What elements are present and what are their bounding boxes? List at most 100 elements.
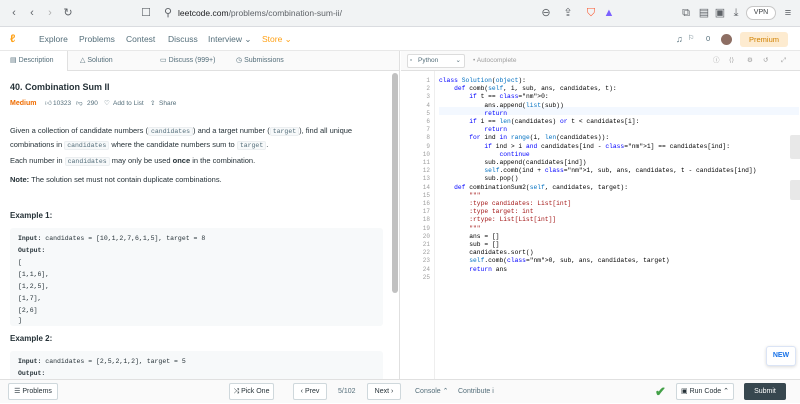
text: combinations in xyxy=(10,140,63,149)
terminal-icon: ▣ xyxy=(681,388,690,395)
autocomplete-toggle[interactable]: • Autocomplete xyxy=(473,51,516,71)
bookmark-icon[interactable]: ☐ xyxy=(140,6,152,20)
extensions-icon[interactable]: ⧉ xyxy=(680,6,692,20)
tab-discuss[interactable]: ▭ Discuss (999+) xyxy=(160,51,215,71)
example-line: Output: xyxy=(18,247,46,254)
example1-box: Input: candidates = [10,1,2,7,6,1,5], ta… xyxy=(10,228,383,326)
tab-submissions[interactable]: ◷ Submissions xyxy=(236,51,284,71)
vpn-label: VPN xyxy=(753,9,769,16)
description-scrollbar[interactable] xyxy=(392,73,398,293)
premium-button[interactable]: Premium xyxy=(740,32,788,47)
line-number: 8 xyxy=(426,134,430,142)
line-number: 1 xyxy=(426,77,430,84)
back-icon[interactable]: ‹ xyxy=(26,6,38,20)
problem-description: Given a collection of candidate numbers … xyxy=(10,124,390,152)
next-button[interactable]: Next › xyxy=(367,383,401,400)
language-select[interactable]: ▫ Python ⌄ xyxy=(407,54,465,68)
chevron-down-icon: ⌄ xyxy=(455,57,461,64)
side-panel-tab[interactable] xyxy=(790,135,800,159)
code-line: if t == class="nm">0: xyxy=(469,93,549,101)
share-icon[interactable]: ⇪ xyxy=(150,98,155,110)
reset-icon[interactable]: ↺ xyxy=(763,51,768,71)
line-number: 25 xyxy=(422,273,430,281)
line-number: 20 xyxy=(422,232,430,240)
line-number: 21 xyxy=(422,241,430,248)
reload-icon[interactable]: ↻ xyxy=(62,6,74,20)
settings-icon[interactable]: ⚙ xyxy=(747,51,753,71)
notification-count: 0 xyxy=(706,34,711,43)
python-icon: ▫ xyxy=(410,57,413,64)
sidebar-icon[interactable]: ▤ xyxy=(698,6,710,20)
code-line: return ans xyxy=(469,265,508,273)
avatar[interactable] xyxy=(721,34,732,45)
pick-one-button[interactable]: ⤨ Pick One xyxy=(229,383,274,400)
wallet-icon[interactable]: ▣ xyxy=(714,6,726,20)
fullscreen-icon[interactable]: ⤢ xyxy=(781,51,786,71)
line-number: 4 xyxy=(426,101,430,109)
line-number: 17 xyxy=(422,208,430,216)
code-line: if ind > i and candidates[ind - class="n… xyxy=(484,142,731,150)
zoom-icon[interactable]: ⊖ xyxy=(540,6,552,20)
code-line: sub = [] xyxy=(439,241,500,248)
heart-icon[interactable]: ♡ xyxy=(104,98,110,110)
nav-contest[interactable]: Contest xyxy=(126,27,155,51)
bell-icon[interactable]: ♫ xyxy=(676,27,683,51)
dislike-icon[interactable]: 👎︎ xyxy=(76,98,83,110)
vpn-button[interactable]: VPN xyxy=(746,6,776,20)
menu-icon[interactable]: ≡ xyxy=(782,6,794,20)
contribute-link[interactable]: Contribute i xyxy=(458,380,494,404)
forward-icon[interactable]: › xyxy=(44,6,56,20)
brave-shield-icon[interactable]: ⛉ xyxy=(584,6,598,20)
nav-store[interactable]: Store ⌄ xyxy=(262,27,292,51)
prev-button[interactable]: ‹ Prev xyxy=(293,383,327,400)
problems-list-button[interactable]: ☰ Problems xyxy=(8,383,58,400)
share-icon[interactable]: ⇪ xyxy=(562,6,574,20)
add-to-list-button[interactable]: Add to List xyxy=(113,98,144,110)
text: Given a collection of candidate numbers … xyxy=(10,126,148,135)
code-icon[interactable]: ⟨⟩ xyxy=(729,51,734,71)
inline-code: candidates xyxy=(64,141,110,150)
code-line: return xyxy=(484,109,508,117)
problem-constraint: Each number in candidates may only be us… xyxy=(10,154,390,168)
leetcode-logo-icon[interactable]: ℓ xyxy=(10,27,15,51)
line-number: 10 xyxy=(422,150,430,158)
problem-note: Note: The solution set must not contain … xyxy=(10,173,390,186)
side-panel-tab[interactable] xyxy=(790,180,800,200)
tab-back-arrow-icon[interactable]: ‹ xyxy=(8,6,20,20)
nav-explore[interactable]: Explore xyxy=(39,27,68,51)
run-code-button[interactable]: ▣ Run Code ⌃ xyxy=(676,383,734,400)
text: where the candidate numbers sum to xyxy=(111,140,235,149)
text: ), find all unique xyxy=(299,126,353,135)
new-feature-badge[interactable]: NEW xyxy=(766,346,796,366)
editor-toolbar: ▫ Python ⌄ • Autocomplete ⓘ ⟨⟩ ⚙ ↺ ⤢ xyxy=(401,51,800,71)
line-number: 19 xyxy=(422,224,430,232)
nav-discuss[interactable]: Discuss xyxy=(168,27,198,51)
tab-solution[interactable]: △ Solution xyxy=(80,51,113,71)
code-line: self.comb(ind + class="nm">1, sub, ans, … xyxy=(484,167,757,175)
code-line: if i == len(candidates) or t < candidate… xyxy=(469,118,640,125)
console-toggle[interactable]: Console ⌃ xyxy=(415,380,449,404)
site-settings-icon[interactable]: ⚲ xyxy=(162,6,174,20)
code-line: def combinationSum2(self, candidates, ta… xyxy=(454,183,628,191)
brave-rewards-icon[interactable]: ▲ xyxy=(603,6,615,20)
downloads-icon[interactable]: ⤓ xyxy=(730,6,742,20)
tab-label: Description xyxy=(18,57,54,64)
nav-problems[interactable]: Problems xyxy=(79,27,115,51)
share-button[interactable]: Share xyxy=(159,98,176,110)
tab-label: Solution xyxy=(87,57,113,64)
info-icon[interactable]: ⓘ xyxy=(713,51,720,71)
code-editor[interactable]: class Solution(object): def comb(self, i… xyxy=(439,71,799,379)
line-number: 23 xyxy=(422,257,430,265)
nav-interview[interactable]: Interview ⌄ xyxy=(208,27,252,51)
text: in the combination. xyxy=(192,156,256,165)
example-line: Input: candidates = [2,5,2,1,2], target … xyxy=(18,358,186,365)
submit-button[interactable]: Submit xyxy=(744,383,786,400)
likes-count: 10323 xyxy=(53,100,72,107)
note-text: The solution set must not contain duplic… xyxy=(31,175,222,184)
line-number: 3 xyxy=(426,93,430,101)
like-icon[interactable]: 👍︎ xyxy=(45,98,52,110)
tab-description[interactable]: ▤ Description xyxy=(0,51,68,71)
description-panel: ▤ Description △ Solution ▭ Discuss (999+… xyxy=(0,51,400,379)
example-line: ] xyxy=(18,317,22,324)
line-number: 6 xyxy=(426,118,430,125)
